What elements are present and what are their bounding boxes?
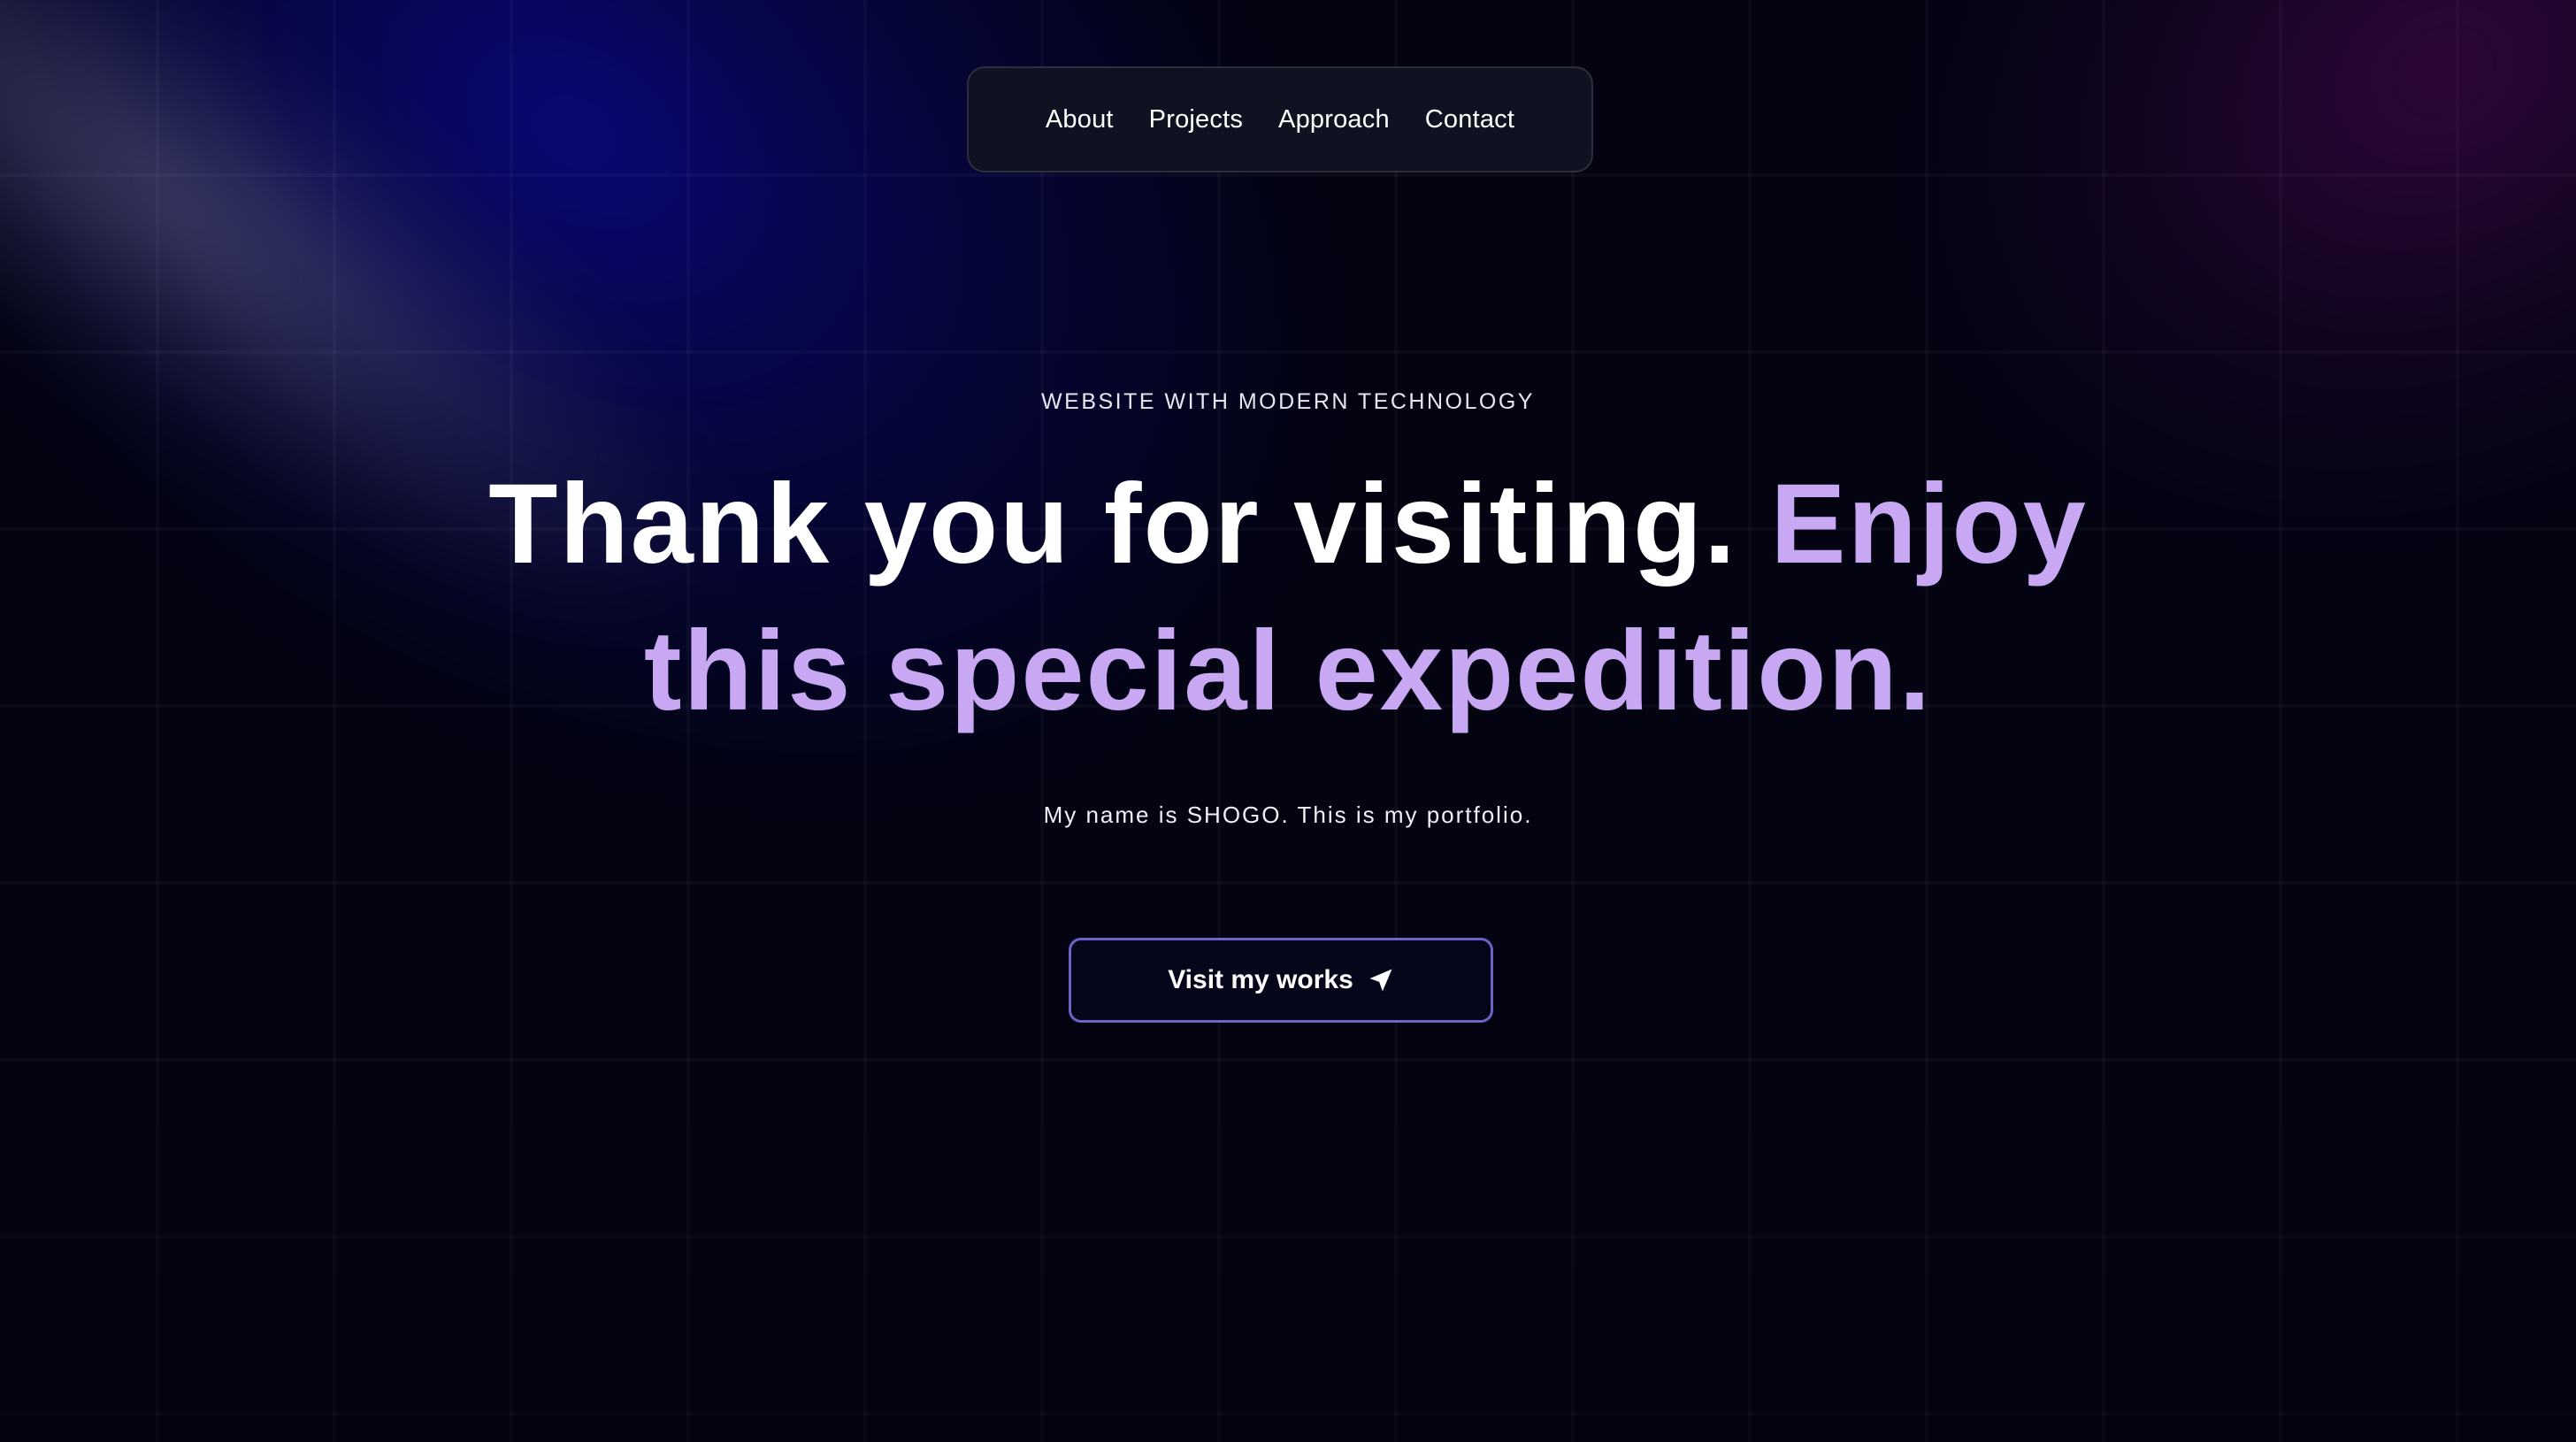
floating-navbar: About Projects Approach Contact: [967, 66, 1593, 173]
bottom-fade: [0, 1000, 2576, 1442]
nav-item-about[interactable]: About: [1046, 105, 1114, 134]
send-icon: [1368, 967, 1394, 993]
nav-item-projects[interactable]: Projects: [1149, 105, 1243, 134]
hero-subtitle: My name is SHOGO. This is my portfolio.: [1043, 802, 1533, 828]
hero-eyebrow: WEBSITE WITH MODERN TECHNOLOGY: [1041, 389, 1535, 414]
nav-item-approach[interactable]: Approach: [1278, 105, 1390, 134]
headline-white-text: Thank you for visiting.: [488, 461, 1737, 587]
visit-my-works-button[interactable]: Visit my works: [1069, 938, 1493, 1023]
page: About Projects Approach Contact WEBSITE …: [0, 0, 2576, 1442]
nav-item-contact[interactable]: Contact: [1425, 105, 1514, 134]
cta-label: Visit my works: [1168, 965, 1353, 994]
hero-headline: Thank you for visiting. Enjoy this speci…: [403, 451, 2173, 745]
